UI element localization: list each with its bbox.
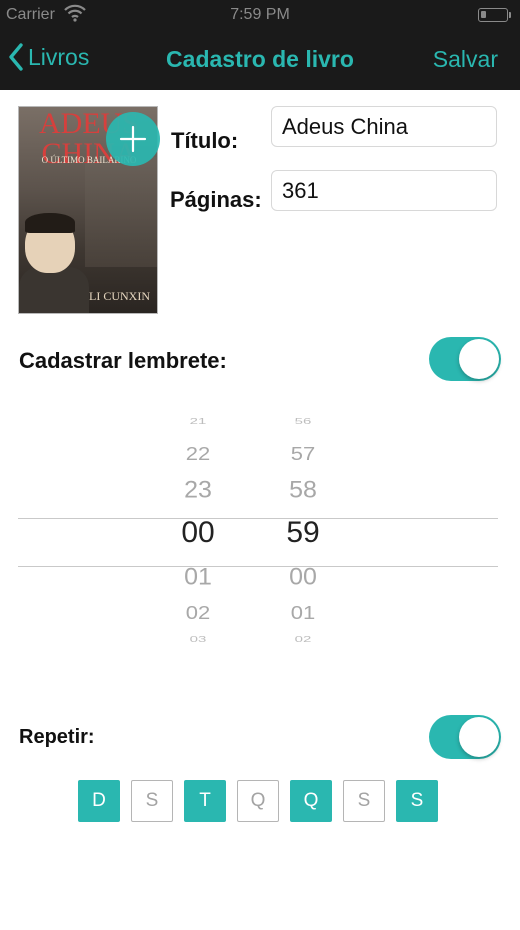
minute-option[interactable]: 02: [253, 634, 353, 644]
hour-option[interactable]: 21: [148, 416, 248, 426]
weekday-button[interactable]: S: [343, 780, 385, 822]
repeat-toggle[interactable]: [429, 715, 501, 759]
hour-option[interactable]: 01: [148, 564, 248, 592]
cover-figure-body: [19, 267, 89, 313]
hour-option[interactable]: 22: [148, 443, 248, 465]
status-bar: Carrier 7:59 PM: [0, 0, 520, 30]
minute-option[interactable]: 56: [253, 416, 353, 426]
reminder-label: Cadastrar lembrete:: [19, 348, 227, 373]
save-button[interactable]: Salvar: [433, 46, 498, 73]
hour-wheel[interactable]: 21 22 23 00 01 02 03: [148, 408, 248, 668]
toggle-knob: [459, 339, 499, 379]
minute-wheel[interactable]: 56 57 58 59 00 01 02: [253, 408, 353, 668]
hour-option[interactable]: 23: [148, 477, 248, 505]
back-button[interactable]: Livros: [8, 43, 89, 71]
hour-option[interactable]: 00: [148, 516, 248, 550]
navigation-bar: Livros Cadastro de livro Salvar: [0, 30, 520, 90]
weekday-button[interactable]: S: [396, 780, 438, 822]
repeat-label: Repetir:: [19, 726, 95, 748]
pages-label: Páginas:: [170, 187, 262, 212]
hour-option[interactable]: 03: [148, 634, 248, 644]
minute-option[interactable]: 58: [253, 477, 353, 505]
hour-option[interactable]: 02: [148, 602, 248, 624]
minute-option[interactable]: 59: [253, 516, 353, 550]
plus-icon: [119, 125, 147, 153]
cover-author: LI CUNXIN: [89, 289, 150, 303]
weekday-button[interactable]: D: [78, 780, 120, 822]
add-cover-button[interactable]: [106, 112, 160, 166]
title-label: Título:: [171, 128, 239, 153]
weekday-selector: DSTQQSS: [78, 780, 440, 822]
cover-figure-hair: [25, 213, 75, 233]
weekday-button[interactable]: Q: [290, 780, 332, 822]
weekday-button[interactable]: Q: [237, 780, 279, 822]
title-input[interactable]: [271, 106, 497, 147]
time-picker[interactable]: 21 22 23 00 01 02 03 56 57 58 59 00 01 02: [18, 408, 498, 668]
weekday-button[interactable]: S: [131, 780, 173, 822]
reminder-toggle[interactable]: [429, 337, 501, 381]
weekday-button[interactable]: T: [184, 780, 226, 822]
cover-background-building: [85, 157, 157, 267]
minute-option[interactable]: 00: [253, 564, 353, 592]
pages-input[interactable]: [271, 170, 497, 211]
chevron-left-icon: [9, 43, 23, 71]
minute-option[interactable]: 57: [253, 443, 353, 465]
status-time: 7:59 PM: [230, 6, 290, 23]
book-form: ADEUS CHINA O ÚLTIMO BAILARINO LI CUNXIN…: [0, 90, 520, 930]
back-button-label: Livros: [28, 43, 90, 70]
battery-icon: [478, 8, 511, 22]
toggle-knob: [459, 717, 499, 757]
minute-option[interactable]: 01: [253, 602, 353, 624]
